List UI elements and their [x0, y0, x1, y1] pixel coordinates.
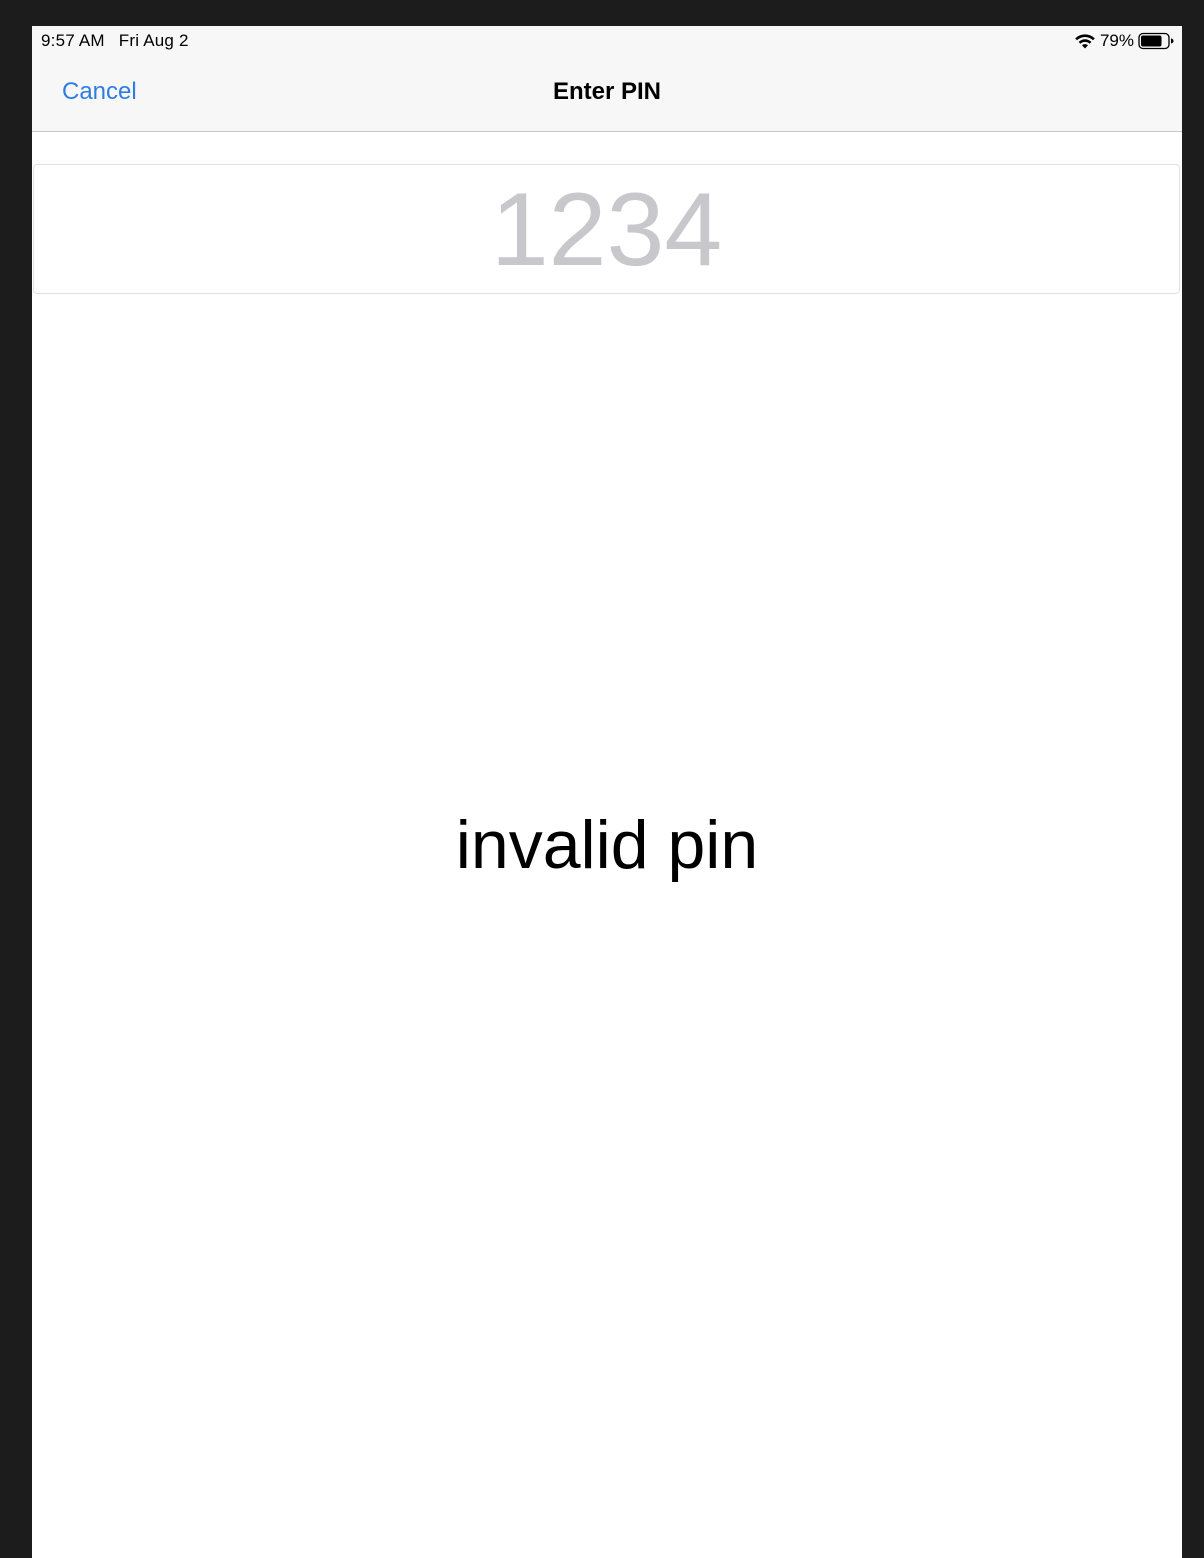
pin-field[interactable] — [33, 164, 1180, 294]
pin-input[interactable] — [34, 165, 1179, 293]
screen: 9:57 AM Fri Aug 2 79% Cancel Enter PIN in… — [32, 26, 1182, 1558]
status-bar: 9:57 AM Fri Aug 2 79% — [32, 26, 1182, 56]
error-message: invalid pin — [455, 807, 759, 883]
battery-percent: 79% — [1099, 31, 1134, 50]
page-title: Enter PIN — [552, 78, 662, 105]
wifi-icon — [1075, 34, 1095, 49]
status-time: 9:57 AM — [41, 31, 105, 50]
battery-level-fill — [1141, 35, 1162, 47]
navigation-bar: Cancel Enter PIN — [32, 56, 1182, 132]
status-date: Fri Aug 2 — [118, 31, 189, 50]
battery-icon — [1138, 32, 1174, 50]
status-time-date: 9:57 AM Fri Aug 2 — [41, 31, 189, 51]
status-indicators: 79% — [1074, 30, 1174, 52]
